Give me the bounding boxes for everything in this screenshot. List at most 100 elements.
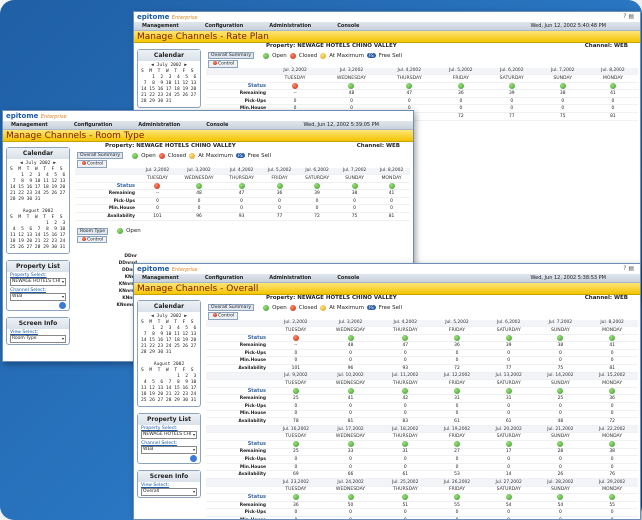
open-icon[interactable] — [402, 334, 409, 341]
tab-overall-summary[interactable]: Overall Summary — [208, 304, 255, 311]
control-button[interactable]: Control — [208, 312, 239, 320]
status-cell[interactable] — [587, 82, 638, 91]
tab-overall-summary[interactable]: Overall Summary — [208, 52, 255, 59]
open-icon[interactable] — [457, 82, 464, 89]
status-cell[interactable] — [534, 387, 587, 396]
open-icon[interactable] — [292, 494, 299, 501]
status-cell[interactable] — [482, 387, 535, 396]
go-icon[interactable] — [59, 302, 66, 309]
status-cell[interactable] — [431, 493, 483, 502]
control-button[interactable]: Control — [77, 235, 108, 244]
open-icon[interactable] — [508, 82, 515, 89]
status-cell[interactable] — [431, 334, 483, 343]
channel-select[interactable]: WEB — [10, 293, 66, 301]
open-icon[interactable] — [609, 494, 616, 501]
status-cell[interactable] — [431, 387, 483, 396]
property-select[interactable]: NEWAGE HOTELS CHI — [141, 431, 197, 439]
open-icon[interactable] — [453, 334, 460, 341]
status-cell[interactable] — [261, 182, 298, 191]
status-cell[interactable] — [534, 440, 587, 449]
status-cell[interactable] — [485, 82, 538, 91]
status-cell[interactable] — [336, 182, 374, 191]
status-cell[interactable] — [222, 182, 262, 191]
open-icon[interactable] — [314, 182, 321, 189]
status-cell[interactable] — [270, 493, 322, 502]
status-cell[interactable] — [139, 182, 176, 191]
open-icon[interactable] — [347, 494, 354, 501]
status-cell[interactable] — [586, 334, 638, 343]
tab-overall-summary[interactable]: Overall Summary — [77, 152, 124, 159]
open-icon[interactable] — [348, 82, 355, 89]
closed-icon[interactable] — [292, 334, 299, 341]
tab-room-type[interactable]: Room Type — [77, 227, 109, 235]
status-cell[interactable] — [270, 82, 321, 91]
open-icon[interactable] — [347, 387, 354, 394]
status-cell[interactable] — [321, 387, 380, 396]
menu-console[interactable]: Console — [337, 275, 359, 281]
open-icon[interactable] — [292, 387, 299, 394]
open-icon[interactable] — [609, 441, 616, 448]
open-icon[interactable] — [505, 494, 512, 501]
help-print-icons[interactable]: ? ▤ — [623, 13, 634, 20]
open-icon[interactable] — [559, 82, 566, 89]
menu-configuration[interactable]: Configuration — [205, 23, 243, 29]
menu-console[interactable]: Console — [337, 23, 359, 29]
help-print-icons[interactable]: ? ▤ — [623, 265, 634, 272]
open-icon[interactable] — [402, 494, 409, 501]
status-cell[interactable] — [175, 182, 223, 191]
calendar-grid[interactable]: ◀ July 2002 ▶ S M T W T F S 1 2 3 4 5 6 7… — [138, 61, 200, 107]
go-icon[interactable] — [190, 455, 197, 462]
status-cell[interactable] — [534, 334, 587, 343]
open-icon[interactable] — [238, 182, 245, 189]
status-cell[interactable] — [379, 493, 432, 502]
open-icon[interactable] — [557, 387, 564, 394]
status-cell[interactable] — [321, 334, 380, 343]
status-cell[interactable] — [537, 82, 588, 91]
status-cell[interactable] — [586, 387, 638, 396]
status-cell[interactable] — [379, 334, 432, 343]
status-cell[interactable] — [320, 82, 383, 91]
open-icon[interactable] — [195, 182, 202, 189]
open-icon[interactable] — [557, 494, 564, 501]
closed-icon[interactable] — [292, 82, 299, 89]
calendar-grid[interactable]: ◀ July 2002 ▶ S M T W T F S 1 2 3 4 5 6 7… — [138, 312, 200, 406]
status-cell[interactable] — [482, 440, 535, 449]
calendar-grid[interactable]: ◀ July 2002 ▶ S M T W T F S 1 2 3 4 5 6 7… — [7, 159, 69, 253]
open-icon[interactable] — [402, 441, 409, 448]
view-select[interactable]: Overall — [141, 488, 197, 496]
status-cell[interactable] — [270, 387, 322, 396]
status-cell[interactable] — [373, 182, 410, 191]
status-cell[interactable] — [586, 440, 638, 449]
open-icon[interactable] — [505, 334, 512, 341]
status-cell[interactable] — [382, 82, 436, 91]
status-cell[interactable] — [270, 440, 322, 449]
open-icon[interactable] — [347, 334, 354, 341]
view-select[interactable]: Room Type — [10, 335, 66, 343]
open-icon[interactable] — [557, 334, 564, 341]
status-cell[interactable] — [435, 82, 486, 91]
open-icon[interactable] — [292, 441, 299, 448]
open-icon[interactable] — [505, 441, 512, 448]
open-icon[interactable] — [453, 387, 460, 394]
open-icon[interactable] — [453, 441, 460, 448]
status-cell[interactable] — [270, 334, 322, 343]
open-icon[interactable] — [406, 82, 413, 89]
open-icon[interactable] — [557, 441, 564, 448]
menu-management[interactable]: Management — [142, 23, 179, 29]
open-icon[interactable] — [609, 82, 616, 89]
status-cell[interactable] — [482, 493, 535, 502]
menu-administration[interactable]: Administration — [269, 23, 311, 29]
menu-configuration[interactable]: Configuration — [205, 275, 243, 281]
status-cell[interactable] — [379, 440, 432, 449]
menu-console[interactable]: Console — [206, 122, 228, 128]
open-icon[interactable] — [609, 334, 616, 341]
open-icon[interactable] — [276, 182, 283, 189]
status-cell[interactable] — [431, 440, 483, 449]
property-select[interactable]: NEWAGE HOTELS CHI — [10, 278, 66, 286]
open-icon[interactable] — [351, 182, 358, 189]
open-icon[interactable] — [505, 387, 512, 394]
status-cell[interactable] — [321, 493, 380, 502]
open-icon[interactable] — [402, 387, 409, 394]
status-cell[interactable] — [297, 182, 337, 191]
channel-select[interactable]: WEB — [141, 446, 197, 454]
